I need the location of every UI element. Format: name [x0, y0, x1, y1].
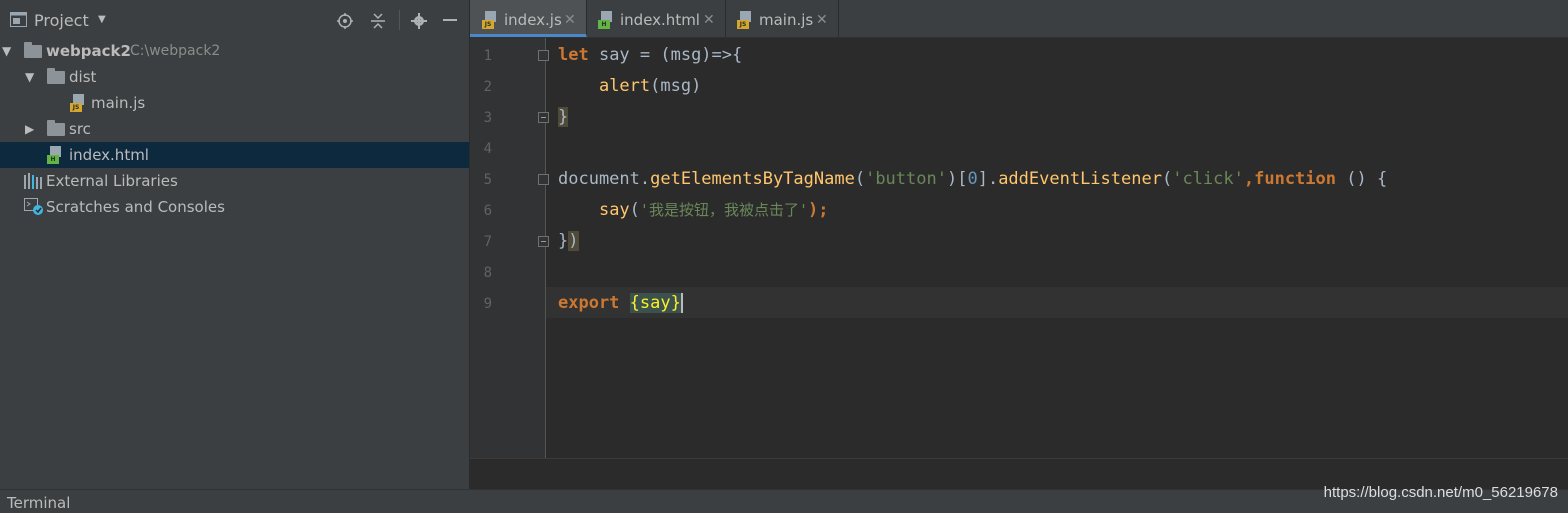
code-line-9: export {say} [558, 293, 683, 313]
watermark-text: https://blog.csdn.net/m0_56219678 [1323, 484, 1558, 501]
code-line-3: } [558, 107, 569, 127]
code-line-5: document.getElementsByTagName('button')[… [558, 169, 1388, 189]
folder-icon [47, 68, 65, 84]
js-file-icon: JS [737, 11, 751, 29]
line-number: 9 [483, 296, 492, 312]
folder-icon [24, 42, 42, 58]
editor-tab-bar: JS index.js ✕ H index.html ✕ JS main.js … [470, 0, 1568, 38]
line-number: 8 [483, 265, 492, 281]
collapse-all-icon[interactable] [370, 13, 386, 29]
tree-item-scratches[interactable]: Scratches and Consoles [0, 194, 469, 220]
code-editor[interactable]: let say = (msg)=>{ alert(msg) } document… [558, 38, 1568, 458]
tab-index-js[interactable]: JS index.js ✕ [470, 0, 587, 37]
line-number: 3 [483, 110, 492, 126]
tree-item-src[interactable]: ▶ src [0, 116, 469, 142]
tab-main-js[interactable]: JS main.js ✕ [726, 0, 839, 37]
library-icon [24, 173, 42, 189]
line-number: 5 [483, 172, 492, 188]
tree-item-label: src [69, 120, 91, 138]
tree-item-external-libraries[interactable]: External Libraries [0, 168, 469, 194]
gear-icon[interactable] [411, 13, 427, 29]
code-line-7: }) [558, 231, 579, 251]
line-number: 7 [483, 234, 492, 250]
locate-icon[interactable] [337, 13, 353, 29]
collapsed-arrow-icon[interactable]: ▶ [25, 116, 34, 142]
tree-item-webpack2[interactable]: ▼ webpack2 C:\webpack2 [0, 38, 469, 64]
bottom-tool-bar: Terminal https://blog.csdn.net/m0_562196… [0, 484, 1568, 513]
close-icon[interactable]: ✕ [564, 0, 576, 40]
tree-item-label: webpack2 [46, 42, 131, 60]
line-number: 4 [483, 141, 492, 157]
toolbar-divider [399, 10, 400, 30]
tab-index-html[interactable]: H index.html ✕ [587, 0, 726, 37]
project-window-icon [10, 12, 27, 27]
terminal-tab[interactable]: Terminal [7, 494, 70, 512]
minimize-icon[interactable] [443, 19, 457, 21]
tree-item-main-js[interactable]: JS main.js [0, 90, 469, 116]
fold-end-icon[interactable] [538, 112, 549, 123]
fold-start-icon[interactable] [538, 174, 549, 185]
html-file-icon: H [598, 11, 612, 29]
folder-icon [47, 120, 65, 136]
tab-label: index.html [620, 11, 700, 29]
project-tree: ▼ webpack2 C:\webpack2 ▼ dist JS main.js… [0, 38, 469, 220]
code-line-1: let say = (msg)=>{ [558, 45, 743, 65]
tree-item-label: index.html [69, 146, 149, 164]
html-file-icon: H [47, 146, 61, 164]
line-number-gutter: 1 2 3 4 5 6 7 8 9 [470, 38, 549, 458]
tree-item-path: C:\webpack2 [130, 43, 221, 59]
expanded-arrow-icon[interactable]: ▼ [25, 64, 34, 90]
project-panel-title[interactable]: Project [34, 11, 89, 30]
js-file-icon: JS [482, 11, 496, 29]
editor-area: JS index.js ✕ H index.html ✕ JS main.js … [470, 0, 1568, 490]
chevron-down-icon[interactable]: ▼ [98, 14, 106, 25]
tab-label: index.js [504, 11, 562, 29]
project-panel: Project ▼ ▼ webpack2 C:\webpack2 ▼ dist … [0, 0, 470, 489]
close-icon[interactable]: ✕ [816, 0, 828, 40]
code-line-2: alert(msg) [598, 76, 702, 96]
scratches-icon [24, 198, 43, 215]
tab-label: main.js [759, 11, 814, 29]
expanded-arrow-icon[interactable]: ▼ [2, 38, 11, 64]
line-number: 2 [483, 79, 492, 95]
tree-item-dist[interactable]: ▼ dist [0, 64, 469, 90]
js-file-icon: JS [70, 94, 84, 112]
fold-start-icon[interactable] [538, 50, 549, 61]
close-icon[interactable]: ✕ [703, 0, 715, 40]
tree-item-label: dist [69, 68, 97, 86]
tree-item-index-html[interactable]: H index.html [0, 142, 469, 168]
fold-end-icon[interactable] [538, 236, 549, 247]
tree-item-label: Scratches and Consoles [46, 198, 225, 216]
line-number: 1 [483, 48, 492, 64]
tree-item-label: External Libraries [46, 172, 178, 190]
matched-braces: {say} [629, 293, 681, 313]
project-panel-header: Project ▼ [0, 0, 469, 38]
code-line-6: say('我是按钮，我被点击了'); [598, 200, 829, 220]
line-number: 6 [483, 203, 492, 219]
text-caret [680, 293, 683, 313]
tree-item-label: main.js [91, 94, 146, 112]
